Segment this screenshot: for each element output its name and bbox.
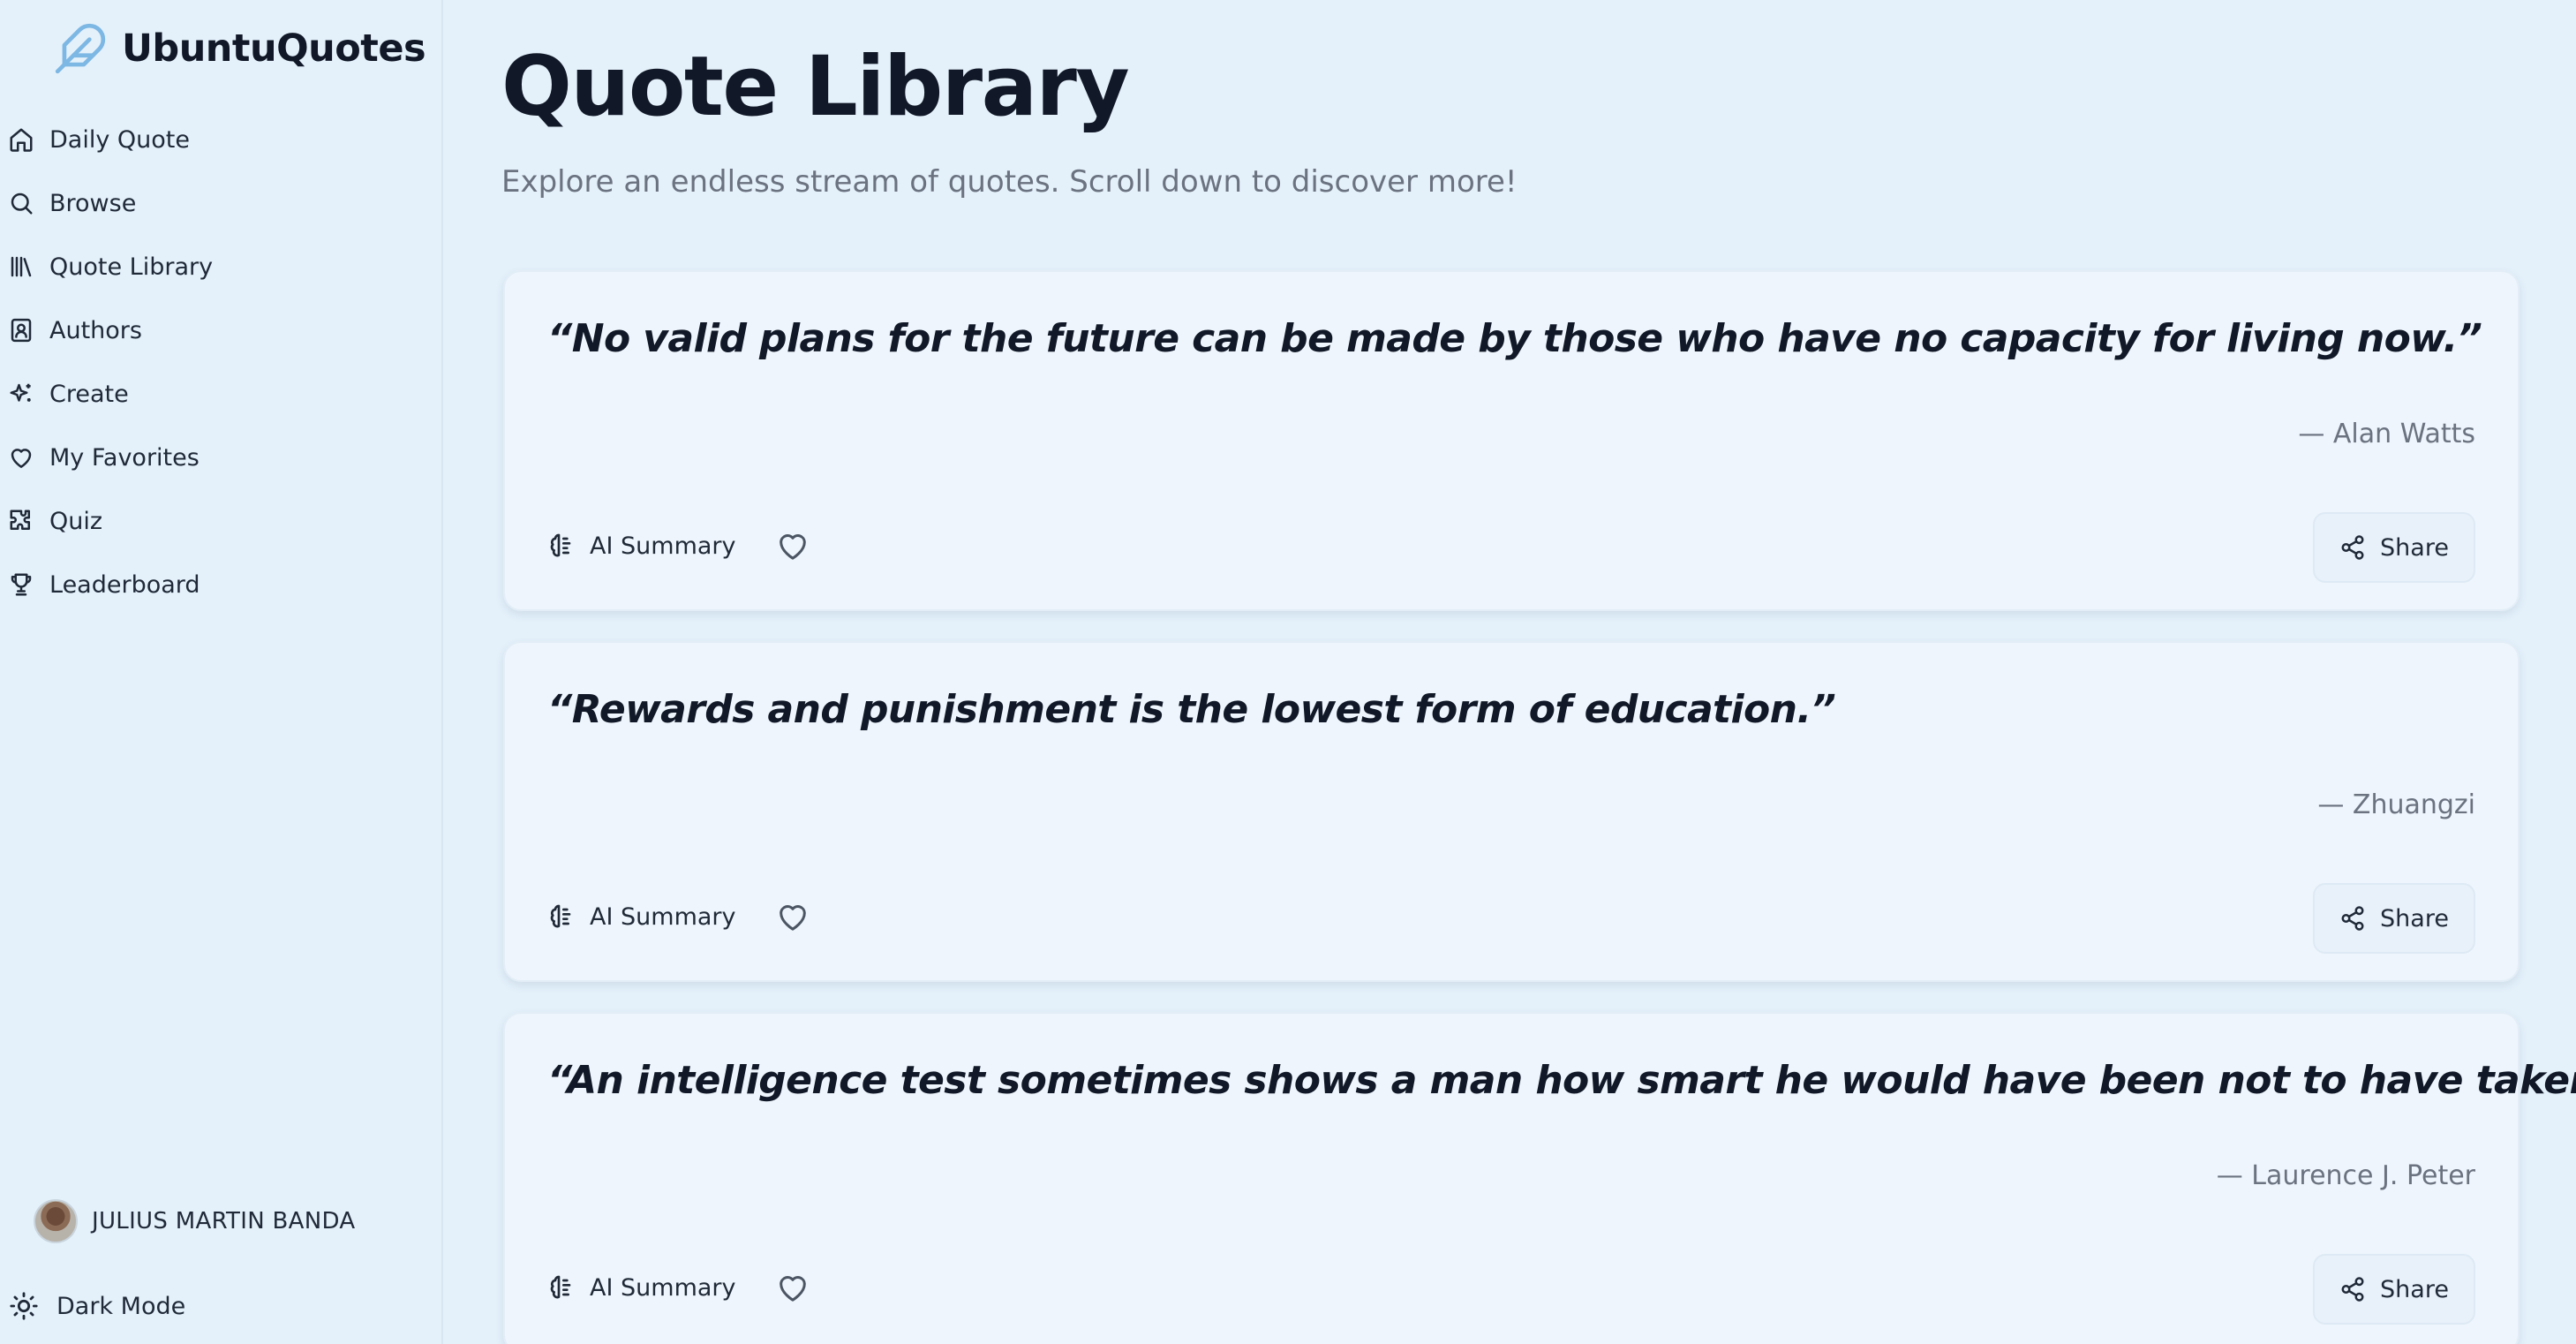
heart-icon [7,443,35,472]
share-label: Share [2380,904,2449,932]
avatar [34,1199,78,1243]
quote-card: “An intelligence test sometimes shows a … [503,1012,2576,1344]
ai-summary-label: AI Summary [590,532,736,560]
library-icon [7,253,35,281]
home-icon [7,125,35,154]
dark-mode-toggle[interactable]: Dark Mode [7,1282,185,1330]
brain-icon [547,1272,577,1302]
quote-text: “An intelligence test sometimes shows a … [547,1058,2576,1103]
heart-icon [779,1276,806,1302]
user-profile[interactable]: JULIUS MARTIN BANDA [34,1198,355,1244]
quote-actions: AI Summary [547,523,812,569]
page-subtitle: Explore an endless stream of quotes. Scr… [501,164,1518,200]
sidebar-nav: Daily Quote Browse Quote Library Authors [0,108,441,616]
sidebar-item-authors[interactable]: Authors [0,298,441,362]
quote-text: “Rewards and punishment is the lowest fo… [547,687,1836,732]
feather-icon [51,19,109,78]
share-label: Share [2380,533,2449,562]
quote-author[interactable]: — Zhuangzi [2317,789,2475,820]
share-icon [2339,1276,2366,1302]
heart-icon [779,534,806,560]
ai-summary-button[interactable]: AI Summary [547,902,736,932]
favorite-button[interactable] [773,526,812,565]
sparkles-icon [7,380,35,408]
brain-icon [547,531,577,561]
share-icon [2339,534,2366,561]
sidebar-item-quote-library[interactable]: Quote Library [0,235,441,298]
app-root: UbuntuQuotes Daily Quote Browse Quote Li… [0,0,2576,1344]
brand[interactable]: UbuntuQuotes [51,19,426,78]
quote-actions: AI Summary [547,894,812,940]
share-label: Share [2380,1275,2449,1303]
share-icon [2339,905,2366,932]
ai-summary-button[interactable]: AI Summary [547,531,736,561]
sidebar-item-label: Authors [49,316,142,344]
sidebar-item-leaderboard[interactable]: Leaderboard [0,553,441,616]
sidebar-item-label: Leaderboard [49,570,200,599]
sidebar-item-create[interactable]: Create [0,362,441,426]
sidebar-item-label: My Favorites [49,443,200,472]
sidebar-item-label: Browse [49,189,137,217]
dark-mode-label: Dark Mode [56,1292,186,1320]
contact-book-icon [7,316,35,344]
trophy-icon [7,570,35,599]
user-name: JULIUS MARTIN BANDA [92,1208,356,1235]
share-button[interactable]: Share [2313,512,2475,583]
brain-icon [547,902,577,932]
quote-actions: AI Summary [547,1265,812,1310]
puzzle-icon [7,507,35,535]
sidebar-item-quiz[interactable]: Quiz [0,489,441,553]
main-content: Quote Library Explore an endless stream … [443,0,2576,1344]
search-icon [7,189,35,217]
sidebar-item-label: Create [49,380,129,408]
favorite-button[interactable] [773,1268,812,1307]
sidebar-item-browse[interactable]: Browse [0,171,441,235]
sidebar-item-label: Daily Quote [49,125,190,154]
quote-card: “Rewards and punishment is the lowest fo… [503,641,2520,982]
quote-text: “No valid plans for the future can be ma… [547,316,2482,361]
sidebar: UbuntuQuotes Daily Quote Browse Quote Li… [0,0,443,1344]
quote-author[interactable]: — Laurence J. Peter [2217,1160,2475,1191]
sidebar-item-label: Quiz [49,507,103,535]
ai-summary-button[interactable]: AI Summary [547,1272,736,1302]
share-button[interactable]: Share [2313,1254,2475,1325]
sidebar-item-my-favorites[interactable]: My Favorites [0,426,441,489]
share-button[interactable]: Share [2313,883,2475,954]
sidebar-item-label: Quote Library [49,253,214,281]
sun-icon [7,1289,41,1323]
favorite-button[interactable] [773,897,812,936]
quote-author[interactable]: — Alan Watts [2298,419,2475,449]
quote-card: “No valid plans for the future can be ma… [503,270,2520,611]
brand-name: UbuntuQuotes [122,26,426,71]
sidebar-item-daily-quote[interactable]: Daily Quote [0,108,441,171]
page-title: Quote Library [501,39,1130,135]
ai-summary-label: AI Summary [590,902,736,931]
heart-icon [779,905,806,931]
ai-summary-label: AI Summary [590,1273,736,1302]
